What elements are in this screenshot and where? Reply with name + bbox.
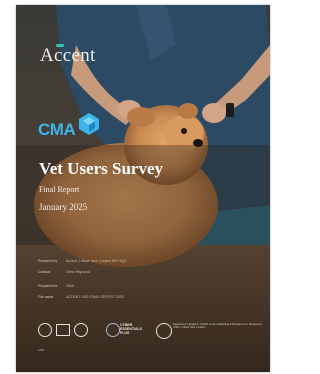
meta-value: CMA — [66, 283, 74, 288]
meta-label: Prepared for — [38, 283, 58, 288]
accent-logo: Accent — [40, 45, 96, 66]
company-address: Registered in England, Cardiff. Accent M… — [173, 323, 262, 330]
report-date: January 2025 — [39, 202, 88, 212]
accreditation-badge-icon — [56, 324, 70, 336]
page-number: 1/35 — [38, 348, 44, 352]
meta-value: Chris Heywood — [66, 269, 90, 274]
report-cover-page: Accent CMA Vet Users Survey Final Report… — [16, 5, 270, 372]
report-title: Vet Users Survey — [39, 159, 164, 178]
meta-value: ACCENT VUS FINAL REPORT 2025 — [66, 294, 124, 299]
report-subtitle: Final Report — [39, 185, 80, 194]
meta-label: Contact — [38, 269, 51, 274]
meta-row: Contact Chris Heywood — [38, 266, 238, 277]
meta-value: Accent, 2 Bowl Yard, London SE1 9QU — [66, 258, 127, 263]
report-metadata: Prepared by Accent, 2 Bowl Yard, London … — [38, 255, 238, 302]
accreditation-badge-icon — [74, 323, 88, 337]
cyber-essentials-icon — [106, 323, 120, 337]
seal-icon — [156, 323, 172, 339]
meta-row: Prepared by Accent, 2 Bowl Yard, London … — [38, 255, 238, 266]
cma-logo-icon — [79, 113, 99, 135]
meta-label: Prepared by — [38, 258, 58, 263]
meta-row: File name ACCENT VUS FINAL REPORT 2025 — [38, 291, 238, 302]
cyber-essentials-line: PLUS — [120, 331, 130, 335]
accreditation-badge-icon — [38, 323, 52, 337]
cyber-essentials-label: CYBER ESSENTIALS PLUS — [120, 323, 142, 335]
meta-row: Prepared for CMA — [38, 280, 238, 291]
cma-logo-text: CMA — [38, 120, 76, 139]
cma-logo: CMA — [38, 111, 118, 141]
meta-label: File name — [38, 294, 54, 299]
